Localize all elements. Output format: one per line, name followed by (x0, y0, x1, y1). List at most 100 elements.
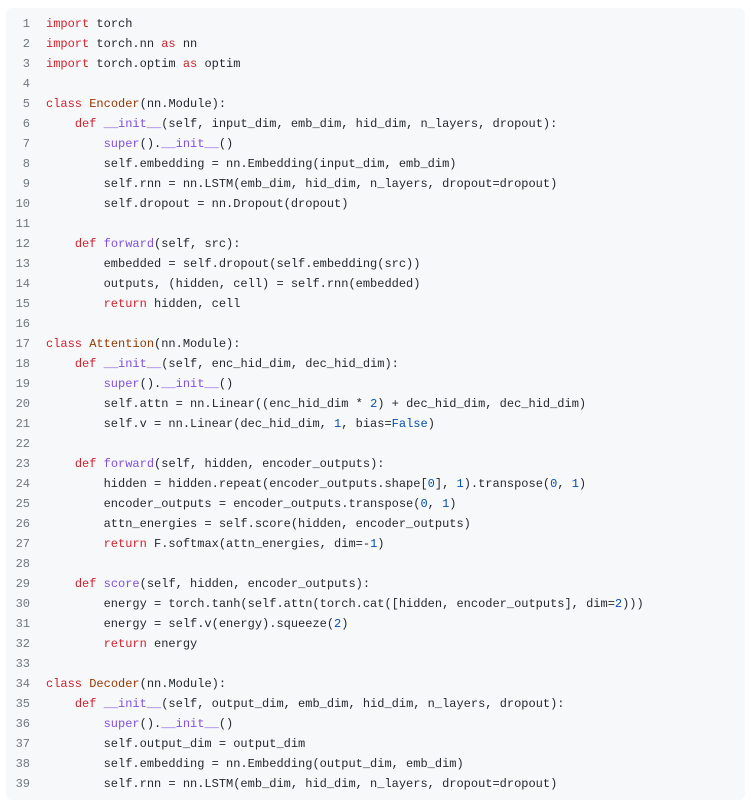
code-content[interactable]: class Decoder(nn.Module): (46, 674, 745, 694)
line-number: 13 (6, 254, 46, 274)
code-line: 26 attn_energies = self.score(hidden, en… (6, 514, 745, 534)
code-line: 38 self.embedding = nn.Embedding(output_… (6, 754, 745, 774)
code-content[interactable]: outputs, (hidden, cell) = self.rnn(embed… (46, 274, 745, 294)
code-content[interactable] (46, 314, 745, 334)
code-content[interactable] (46, 434, 745, 454)
line-number: 5 (6, 94, 46, 114)
line-number: 32 (6, 634, 46, 654)
line-number: 6 (6, 114, 46, 134)
code-content[interactable]: def forward(self, hidden, encoder_output… (46, 454, 745, 474)
code-line: 34class Decoder(nn.Module): (6, 674, 745, 694)
line-number: 31 (6, 614, 46, 634)
code-content[interactable]: def forward(self, src): (46, 234, 745, 254)
code-line: 1import torch (6, 14, 745, 34)
code-content[interactable] (46, 654, 745, 674)
code-content[interactable]: hidden = hidden.repeat(encoder_outputs.s… (46, 474, 745, 494)
code-content[interactable]: self.output_dim = output_dim (46, 734, 745, 754)
code-content[interactable]: import torch (46, 14, 745, 34)
line-number: 27 (6, 534, 46, 554)
code-content[interactable]: self.rnn = nn.LSTM(emb_dim, hid_dim, n_l… (46, 774, 745, 794)
line-number: 39 (6, 774, 46, 794)
code-content[interactable]: return energy (46, 634, 745, 654)
code-block: 1import torch2import torch.nn as nn3impo… (6, 8, 745, 800)
code-line: 15 return hidden, cell (6, 294, 745, 314)
code-line: 3import torch.optim as optim (6, 54, 745, 74)
line-number: 1 (6, 14, 46, 34)
line-number: 25 (6, 494, 46, 514)
line-number: 22 (6, 434, 46, 454)
code-line: 14 outputs, (hidden, cell) = self.rnn(em… (6, 274, 745, 294)
code-content[interactable]: energy = self.v(energy).squeeze(2) (46, 614, 745, 634)
code-content[interactable]: class Encoder(nn.Module): (46, 94, 745, 114)
code-line: 2import torch.nn as nn (6, 34, 745, 54)
code-line: 8 self.embedding = nn.Embedding(input_di… (6, 154, 745, 174)
code-line: 22 (6, 434, 745, 454)
code-line: 32 return energy (6, 634, 745, 654)
code-content[interactable]: def __init__(self, output_dim, emb_dim, … (46, 694, 745, 714)
line-number: 33 (6, 654, 46, 674)
code-content[interactable]: def __init__(self, enc_hid_dim, dec_hid_… (46, 354, 745, 374)
line-number: 29 (6, 574, 46, 594)
code-line: 24 hidden = hidden.repeat(encoder_output… (6, 474, 745, 494)
code-content[interactable]: return F.softmax(attn_energies, dim=-1) (46, 534, 745, 554)
code-line: 20 self.attn = nn.Linear((enc_hid_dim * … (6, 394, 745, 414)
code-line: 35 def __init__(self, output_dim, emb_di… (6, 694, 745, 714)
line-number: 34 (6, 674, 46, 694)
line-number: 17 (6, 334, 46, 354)
code-content[interactable]: def __init__(self, input_dim, emb_dim, h… (46, 114, 745, 134)
line-number: 35 (6, 694, 46, 714)
line-number: 11 (6, 214, 46, 234)
code-content[interactable]: class Attention(nn.Module): (46, 334, 745, 354)
code-content[interactable]: attn_energies = self.score(hidden, encod… (46, 514, 745, 534)
code-line: 21 self.v = nn.Linear(dec_hid_dim, 1, bi… (6, 414, 745, 434)
code-content[interactable]: import torch.optim as optim (46, 54, 745, 74)
code-content[interactable]: self.embedding = nn.Embedding(input_dim,… (46, 154, 745, 174)
code-line: 11 (6, 214, 745, 234)
code-line: 31 energy = self.v(energy).squeeze(2) (6, 614, 745, 634)
code-line: 18 def __init__(self, enc_hid_dim, dec_h… (6, 354, 745, 374)
line-number: 18 (6, 354, 46, 374)
code-content[interactable] (46, 74, 745, 94)
line-number: 9 (6, 174, 46, 194)
code-content[interactable]: import torch.nn as nn (46, 34, 745, 54)
line-number: 38 (6, 754, 46, 774)
line-number: 10 (6, 194, 46, 214)
code-content[interactable]: self.v = nn.Linear(dec_hid_dim, 1, bias=… (46, 414, 745, 434)
code-content[interactable] (46, 214, 745, 234)
code-content[interactable]: embedded = self.dropout(self.embedding(s… (46, 254, 745, 274)
code-content[interactable]: self.attn = nn.Linear((enc_hid_dim * 2) … (46, 394, 745, 414)
code-line: 25 encoder_outputs = encoder_outputs.tra… (6, 494, 745, 514)
line-number: 3 (6, 54, 46, 74)
code-line: 27 return F.softmax(attn_energies, dim=-… (6, 534, 745, 554)
line-number: 28 (6, 554, 46, 574)
line-number: 8 (6, 154, 46, 174)
code-content[interactable]: return hidden, cell (46, 294, 745, 314)
code-line: 19 super().__init__() (6, 374, 745, 394)
code-line: 29 def score(self, hidden, encoder_outpu… (6, 574, 745, 594)
code-content[interactable]: def score(self, hidden, encoder_outputs)… (46, 574, 745, 594)
code-line: 30 energy = torch.tanh(self.attn(torch.c… (6, 594, 745, 614)
line-number: 24 (6, 474, 46, 494)
code-line: 9 self.rnn = nn.LSTM(emb_dim, hid_dim, n… (6, 174, 745, 194)
code-content[interactable]: super().__init__() (46, 714, 745, 734)
line-number: 14 (6, 274, 46, 294)
code-content[interactable]: encoder_outputs = encoder_outputs.transp… (46, 494, 745, 514)
code-content[interactable]: self.dropout = nn.Dropout(dropout) (46, 194, 745, 214)
code-line: 16 (6, 314, 745, 334)
line-number: 2 (6, 34, 46, 54)
code-line: 4 (6, 74, 745, 94)
code-content[interactable]: super().__init__() (46, 374, 745, 394)
line-number: 20 (6, 394, 46, 414)
code-content[interactable] (46, 554, 745, 574)
code-content[interactable]: energy = torch.tanh(self.attn(torch.cat(… (46, 594, 745, 614)
line-number: 23 (6, 454, 46, 474)
code-content[interactable]: super().__init__() (46, 134, 745, 154)
line-number: 4 (6, 74, 46, 94)
line-number: 15 (6, 294, 46, 314)
line-number: 30 (6, 594, 46, 614)
line-number: 21 (6, 414, 46, 434)
code-content[interactable]: self.embedding = nn.Embedding(output_dim… (46, 754, 745, 774)
code-line: 12 def forward(self, src): (6, 234, 745, 254)
code-line: 5class Encoder(nn.Module): (6, 94, 745, 114)
code-content[interactable]: self.rnn = nn.LSTM(emb_dim, hid_dim, n_l… (46, 174, 745, 194)
